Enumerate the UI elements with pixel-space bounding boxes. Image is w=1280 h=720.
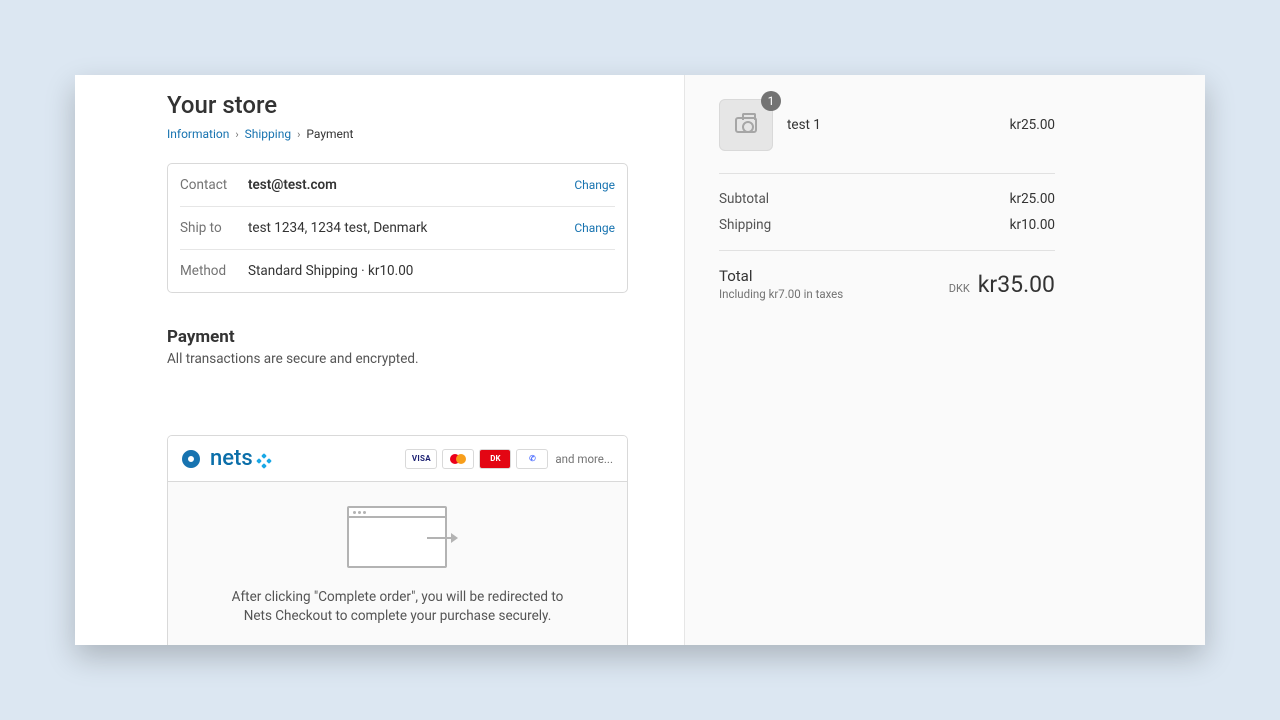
- review-contact-label: Contact: [180, 177, 248, 193]
- mastercard-icon: [442, 449, 474, 469]
- payment-method-header[interactable]: nets VISA DK ✆ and more...: [168, 436, 627, 482]
- visa-icon: VISA: [405, 449, 437, 469]
- checkout-page: Your store Information › Shipping › Paym…: [75, 75, 1205, 645]
- breadcrumb-shipping[interactable]: Shipping: [245, 127, 291, 141]
- review-card: Contact test@test.com Change Ship to tes…: [167, 163, 628, 293]
- nets-logo: nets: [210, 446, 271, 471]
- radio-selected-icon[interactable]: [182, 450, 200, 468]
- shipping-row: Shipping kr10.00: [719, 212, 1055, 238]
- grand-right: DKK kr35.00: [949, 271, 1055, 298]
- shipping-value: kr10.00: [1010, 217, 1055, 233]
- nets-dots-icon: [257, 452, 271, 466]
- payment-subtext: All transactions are secure and encrypte…: [167, 351, 628, 367]
- payment-heading: Payment: [167, 327, 628, 347]
- review-method-row: Method Standard Shipping · kr10.00: [180, 249, 615, 292]
- store-name: Your store: [167, 91, 628, 119]
- review-shipto-row: Ship to test 1234, 1234 test, Denmark Ch…: [180, 206, 615, 249]
- breadcrumb-information[interactable]: Information: [167, 127, 229, 141]
- total-label: Total: [719, 267, 843, 285]
- subtotal-label: Subtotal: [719, 191, 769, 207]
- review-shipto-label: Ship to: [180, 220, 248, 236]
- payment-brand: nets: [182, 446, 271, 471]
- and-more-label: and more...: [555, 452, 613, 466]
- currency-code: DKK: [949, 282, 970, 295]
- breadcrumb-payment: Payment: [306, 127, 353, 141]
- payment-method-card: nets VISA DK ✆ and more...: [167, 435, 628, 645]
- mobilepay-icon: ✆: [516, 449, 548, 469]
- total-value: kr35.00: [978, 271, 1055, 298]
- dankort-icon: DK: [479, 449, 511, 469]
- item-thumbnail-wrap: 1: [719, 99, 773, 151]
- grand-total-row: Total Including kr7.00 in taxes DKK kr35…: [719, 250, 1055, 301]
- redirect-text: After clicking "Complete order", you wil…: [218, 588, 578, 626]
- chevron-right-icon: ›: [297, 128, 300, 141]
- change-contact-link[interactable]: Change: [574, 178, 615, 192]
- card-brand-icons: VISA DK ✆ and more...: [405, 449, 613, 469]
- change-shipto-link[interactable]: Change: [574, 221, 615, 235]
- checkout-main: Your store Information › Shipping › Paym…: [75, 75, 685, 645]
- chevron-right-icon: ›: [235, 128, 238, 141]
- review-contact-row: Contact test@test.com Change: [180, 164, 615, 206]
- nets-wordmark: nets: [210, 446, 253, 471]
- review-method-value: Standard Shipping · kr10.00: [248, 263, 615, 279]
- subtotal-value: kr25.00: [1010, 191, 1055, 207]
- breadcrumb: Information › Shipping › Payment: [167, 127, 628, 141]
- subtotal-row: Subtotal kr25.00: [719, 186, 1055, 212]
- item-name: test 1: [787, 117, 996, 133]
- totals-block: Subtotal kr25.00 Shipping kr10.00: [719, 173, 1055, 250]
- review-shipto-value: test 1234, 1234 test, Denmark: [248, 220, 574, 236]
- payment-body: After clicking "Complete order", you wil…: [168, 482, 627, 645]
- item-price: kr25.00: [1010, 117, 1055, 133]
- grand-left: Total Including kr7.00 in taxes: [719, 267, 843, 301]
- item-qty-badge: 1: [761, 91, 781, 111]
- shipping-label: Shipping: [719, 217, 771, 233]
- camera-icon: [735, 117, 757, 133]
- review-method-label: Method: [180, 263, 248, 279]
- tax-note: Including kr7.00 in taxes: [719, 287, 843, 301]
- review-contact-value: test@test.com: [248, 177, 574, 193]
- cart-line-item: 1 test 1 kr25.00: [719, 93, 1055, 173]
- order-summary: 1 test 1 kr25.00 Subtotal kr25.00 Shippi…: [685, 75, 1205, 645]
- redirect-window-icon: [347, 506, 449, 570]
